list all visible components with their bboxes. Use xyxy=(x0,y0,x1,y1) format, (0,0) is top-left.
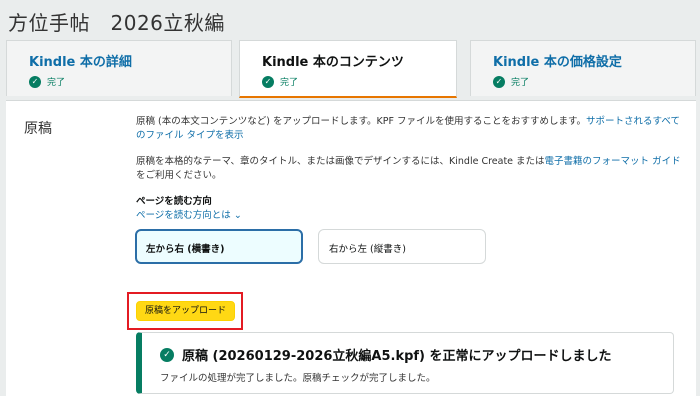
tab-content[interactable]: Kindle 本のコンテンツ ✓ 完了 xyxy=(239,40,457,98)
book-title: 方位手帖 2026立秋編 xyxy=(8,11,225,35)
upload-manuscript-button[interactable]: 原稿をアップロード xyxy=(136,301,235,321)
check-circle-icon: ✓ xyxy=(160,347,174,362)
direction-option-ltr[interactable]: 左から右 (横書き) xyxy=(135,229,303,264)
check-circle-icon: ✓ xyxy=(493,75,505,88)
upload-highlight-frame: 原稿をアップロード xyxy=(127,292,243,330)
tab-status-text: 完了 xyxy=(511,78,530,88)
reading-direction-help-link[interactable]: ページを読む方向とは ⌄ xyxy=(136,209,681,223)
tab-status-text: 完了 xyxy=(280,78,299,88)
tab-pricing[interactable]: Kindle 本の価格設定 ✓ 完了 xyxy=(470,40,696,96)
tab-status: ✓ 完了 xyxy=(262,75,456,88)
tab-label: Kindle 本の価格設定 xyxy=(493,55,622,70)
manuscript-panel: 原稿 原稿 (本の本文コンテンツなど) をアップロードします。KPF ファイルを… xyxy=(6,100,696,396)
check-circle-icon: ✓ xyxy=(262,75,274,88)
manuscript-content: 原稿 (本の本文コンテンツなど) をアップロードします。KPF ファイルを使用す… xyxy=(136,115,681,223)
success-title: 原稿 (20260129-2026立秋編A5.kpf) を正常にアップロードしま… xyxy=(182,349,612,364)
section-label: 原稿 xyxy=(24,121,52,137)
tab-label: Kindle 本のコンテンツ xyxy=(262,55,404,70)
intro-paragraph: 原稿 (本の本文コンテンツなど) をアップロードします。KPF ファイルを使用す… xyxy=(136,115,681,143)
design-text: 原稿を本格的なテーマ、章のタイトル、または画像でデザインするには、Kindle … xyxy=(136,156,545,167)
tab-status-text: 完了 xyxy=(47,78,66,88)
check-circle-icon: ✓ xyxy=(29,75,41,88)
direction-option-label: 右から左 (縦書き) xyxy=(329,244,406,255)
tab-status: ✓ 完了 xyxy=(493,75,695,88)
design-text-end: をご利用ください。 xyxy=(136,170,222,181)
tab-status: ✓ 完了 xyxy=(29,75,231,88)
intro-text: 原稿 (本の本文コンテンツなど) をアップロードします。KPF ファイルを使用す… xyxy=(136,116,586,127)
design-paragraph: 原稿を本格的なテーマ、章のタイトル、または画像でデザインするには、Kindle … xyxy=(136,155,681,183)
tab-details[interactable]: Kindle 本の詳細 ✓ 完了 xyxy=(6,40,232,96)
direction-option-rtl[interactable]: 右から左 (縦書き) xyxy=(318,229,486,264)
tab-label: Kindle 本の詳細 xyxy=(29,55,132,70)
format-guide-link[interactable]: 電子書籍のフォーマット ガイド xyxy=(545,156,681,167)
success-title-row: ✓ 原稿 (20260129-2026立秋編A5.kpf) を正常にアップロード… xyxy=(160,345,673,364)
tab-bar: Kindle 本の詳細 ✓ 完了 Kindle 本のコンテンツ ✓ 完了 Kin… xyxy=(6,40,696,98)
direction-option-label: 左から右 (横書き) xyxy=(146,244,225,255)
success-message: ファイルの処理が完了しました。原稿チェックが完了しました。 xyxy=(160,373,436,384)
upload-success-alert: ✓ 原稿 (20260129-2026立秋編A5.kpf) を正常にアップロード… xyxy=(136,332,674,394)
reading-direction-title: ページを読む方向 xyxy=(136,196,212,207)
